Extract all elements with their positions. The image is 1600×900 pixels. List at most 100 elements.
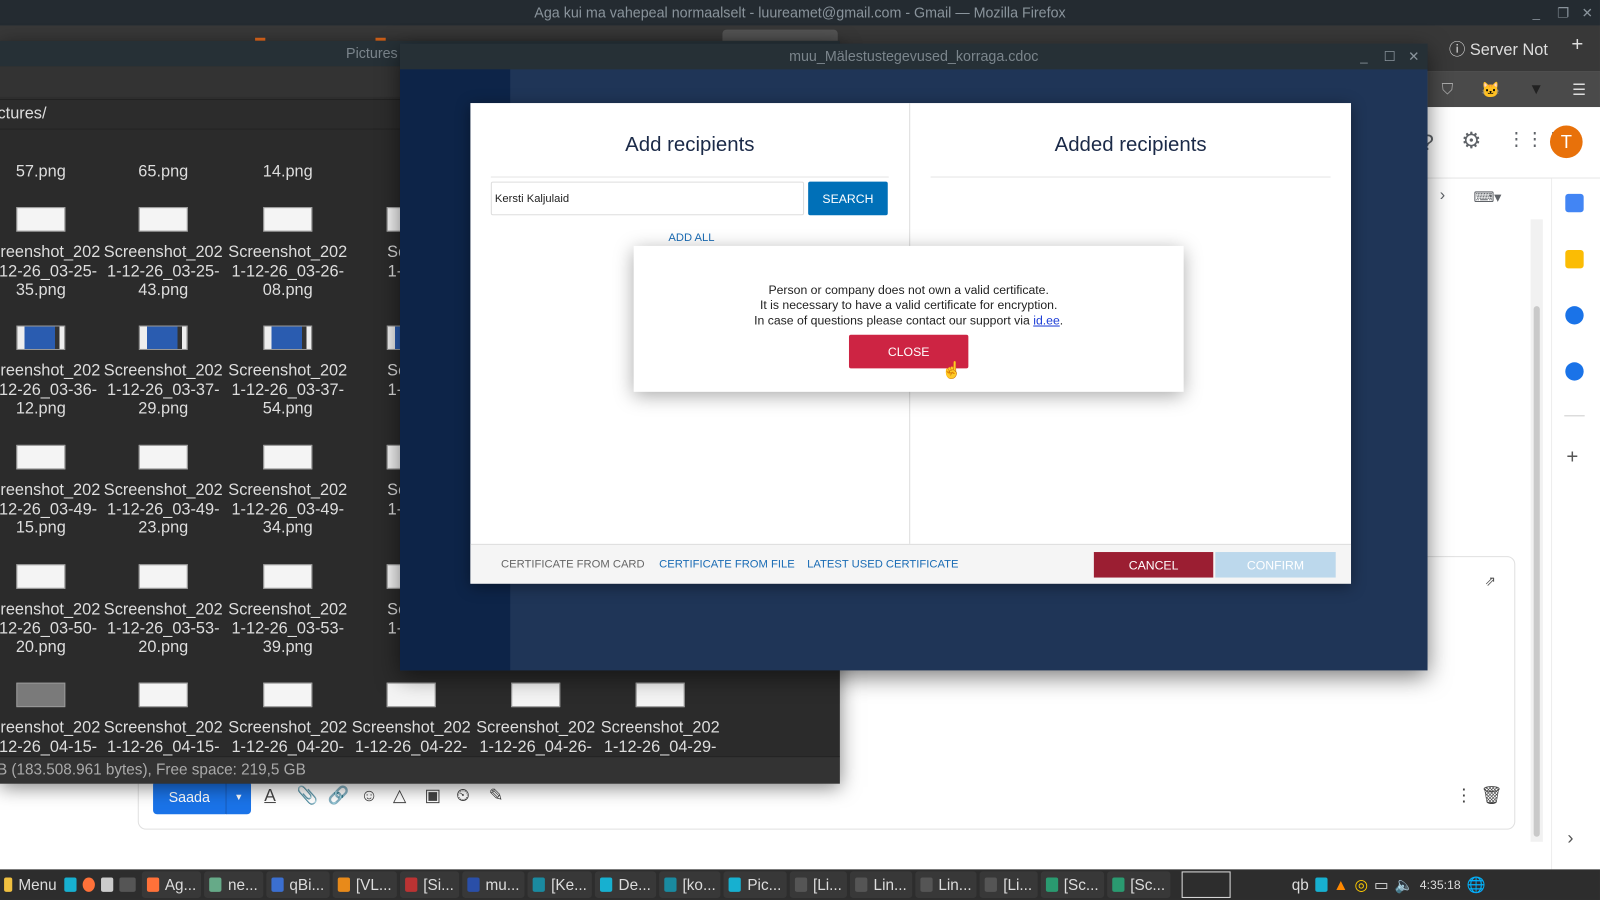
avatar[interactable]: T bbox=[1549, 125, 1583, 159]
close-icon[interactable]: ✕ bbox=[1582, 0, 1593, 26]
file-item[interactable]: Screenshot_2021-12-26_04-22-43.png bbox=[349, 682, 473, 756]
link-icon[interactable]: 🔗 bbox=[328, 786, 350, 806]
ublock-icon[interactable]: ⛉ bbox=[1442, 81, 1453, 98]
scrollbar-thumb[interactable] bbox=[1533, 306, 1540, 837]
cancel-button[interactable]: CANCEL bbox=[1093, 552, 1214, 578]
network-globe-icon[interactable]: 🌐 bbox=[1467, 876, 1486, 894]
file-item[interactable]: Screenshot_2021-12-26_03-50-20.png bbox=[0, 564, 103, 657]
clock[interactable]: 4:35:18 bbox=[1420, 878, 1461, 892]
taskbar-task[interactable]: Lin... bbox=[914, 871, 977, 898]
taskbar-task[interactable]: [VL... bbox=[332, 871, 397, 898]
file-item[interactable]: 57.png bbox=[0, 130, 103, 183]
file-item[interactable]: Screenshot_202 1-12-26_03-53- 20.png bbox=[101, 564, 225, 657]
restore-icon[interactable]: ❐ bbox=[1557, 0, 1569, 26]
status-tray-icon[interactable]: ◎ bbox=[1355, 876, 1368, 894]
taskbar-task[interactable]: [Li... bbox=[979, 871, 1038, 898]
camera-tray-icon[interactable] bbox=[1314, 877, 1328, 892]
confidential-lock-icon[interactable]: ⏲ bbox=[456, 786, 470, 806]
trash-icon[interactable]: 🗑 bbox=[1481, 786, 1503, 806]
extension-triangle-icon[interactable]: ▼ bbox=[1529, 81, 1544, 98]
taskbar-task[interactable]: [Ke... bbox=[527, 871, 593, 898]
volume-icon[interactable]: 🔈 bbox=[1395, 876, 1414, 894]
search-button[interactable]: SEARCH bbox=[808, 181, 888, 216]
tasks-icon[interactable] bbox=[1565, 306, 1584, 325]
file-name-line bbox=[101, 130, 225, 145]
start-menu-button[interactable]: Menu bbox=[0, 871, 61, 898]
terminal-launcher-icon[interactable] bbox=[118, 877, 136, 892]
extension-cat-icon[interactable]: 🐱 bbox=[1481, 80, 1500, 98]
emoji-icon[interactable]: ☺ bbox=[360, 786, 378, 806]
file-item[interactable]: Screenshot_202 1-12-26_03-26- 08.png bbox=[226, 207, 350, 300]
taskbar-task[interactable]: [Sc... bbox=[1106, 871, 1171, 898]
keyboard-icon[interactable]: ⌨▾ bbox=[1473, 189, 1501, 206]
send-button[interactable]: Saada bbox=[153, 780, 226, 815]
keep-icon[interactable] bbox=[1565, 249, 1584, 269]
taskbar-task[interactable]: [Li... bbox=[789, 871, 848, 898]
latest-used-certificate-link[interactable]: LATEST USED CERTIFICATE bbox=[807, 558, 958, 570]
support-link[interactable]: id.ee bbox=[1033, 313, 1060, 327]
file-item[interactable]: Screenshot_2021-12-26_04-20-47.png bbox=[226, 682, 350, 756]
contacts-icon[interactable] bbox=[1565, 362, 1584, 381]
display-tray-icon[interactable]: ▭ bbox=[1374, 876, 1388, 894]
taskbar-task[interactable]: mu... bbox=[462, 871, 525, 898]
calendar-icon[interactable] bbox=[1565, 193, 1584, 213]
file-item[interactable]: Screenshot_202 1-12-26_03-49- 34.png bbox=[226, 444, 350, 538]
file-item[interactable]: Screenshot_2021-12-26_04-29-14.png bbox=[598, 682, 722, 756]
stack-launcher-icon[interactable] bbox=[100, 877, 113, 892]
taskbar-task[interactable]: Ag... bbox=[141, 871, 202, 898]
settings-gear-icon[interactable]: ⚙ bbox=[1461, 128, 1481, 155]
taskbar-task[interactable]: qBi... bbox=[265, 871, 330, 898]
attach-icon[interactable]: 📎 bbox=[297, 786, 319, 806]
new-tab-button[interactable]: + bbox=[1571, 34, 1583, 57]
file-item[interactable]: Screenshot_2021-12-26_03-25-35.png bbox=[0, 207, 103, 300]
file-item[interactable]: Screenshot_202 1-12-26_03-49- 23.png bbox=[101, 444, 225, 538]
task-label: ne... bbox=[227, 876, 258, 894]
qbittorrent-tray-icon[interactable]: qb bbox=[1292, 876, 1309, 893]
taskbar-task[interactable]: [ko... bbox=[659, 871, 721, 898]
recipient-search-input[interactable] bbox=[490, 181, 805, 216]
taskbar-task[interactable]: De... bbox=[595, 871, 656, 898]
certificate-from-card-link[interactable]: CERTIFICATE FROM CARD bbox=[501, 558, 645, 570]
taskbar-task[interactable]: [Sc... bbox=[1040, 871, 1104, 898]
file-item[interactable]: 14.png bbox=[226, 130, 350, 183]
workspace-switcher[interactable] bbox=[1181, 871, 1231, 898]
taskbar-task[interactable]: ne... bbox=[204, 871, 263, 898]
app-icon bbox=[600, 877, 613, 892]
taskbar-task[interactable]: Pic... bbox=[723, 871, 787, 898]
files-launcher-icon[interactable] bbox=[63, 877, 77, 892]
signature-pen-icon[interactable]: ✎ bbox=[489, 786, 504, 806]
minimize-icon[interactable]: _ bbox=[1360, 44, 1367, 70]
confirm-button[interactable]: CONFIRM bbox=[1215, 552, 1336, 578]
drive-icon[interactable]: △ bbox=[393, 786, 406, 806]
more-options-icon[interactable]: ⋮ bbox=[1455, 786, 1472, 806]
file-item[interactable]: Screenshot_2021-12-26_03-36-12.png bbox=[0, 325, 103, 419]
vlc-tray-icon[interactable]: ▲ bbox=[1333, 876, 1348, 893]
file-item[interactable]: Screenshot_202 1-12-26_03-53- 39.png bbox=[226, 564, 350, 657]
certificate-from-file-link[interactable]: CERTIFICATE FROM FILE bbox=[659, 558, 795, 570]
file-item[interactable]: 65.png bbox=[101, 130, 225, 183]
photo-icon[interactable]: ▣ bbox=[424, 786, 440, 806]
file-item[interactable]: Screenshot_2021-12-26_04-15-59.png bbox=[101, 682, 225, 756]
close-icon[interactable]: ✕ bbox=[1408, 44, 1419, 70]
chevron-right-icon[interactable]: › bbox=[1440, 187, 1445, 205]
taskbar-task[interactable]: [Si... bbox=[399, 871, 459, 898]
taskbar-task[interactable]: Lin... bbox=[850, 871, 912, 898]
maximize-icon[interactable]: ☐ bbox=[1384, 44, 1396, 70]
tab-server-not-found[interactable]: ⓘ Server Not bbox=[1449, 36, 1548, 60]
scrollbar[interactable] bbox=[1530, 219, 1543, 842]
send-options-dropdown[interactable]: ▼ bbox=[225, 780, 252, 815]
file-item[interactable]: Screenshot_2021-12-26_03-49-15.png bbox=[0, 444, 103, 538]
popout-icon[interactable]: ⇗ bbox=[1485, 573, 1496, 589]
chevron-right-icon[interactable]: › bbox=[1567, 828, 1573, 849]
file-item[interactable]: Screenshot_202 1-12-26_03-25- 43.png bbox=[101, 207, 225, 300]
add-all-link[interactable]: ADD ALL bbox=[668, 232, 714, 244]
file-item[interactable]: Screenshot_2021-12-26_04-26-13.png bbox=[473, 682, 597, 756]
file-item[interactable]: Screenshot_202 1-12-26_03-37- 54.png bbox=[226, 325, 350, 419]
text-format-icon[interactable]: A bbox=[264, 786, 276, 806]
minimize-icon[interactable]: _ bbox=[1533, 0, 1540, 26]
firefox-launcher-icon[interactable] bbox=[82, 877, 95, 892]
add-addon-icon[interactable]: + bbox=[1566, 446, 1578, 469]
menu-hamburger-icon[interactable]: ☰ bbox=[1572, 80, 1586, 98]
file-item[interactable]: Screenshot_2021-12-26_04-15-06.png bbox=[0, 682, 103, 756]
file-item[interactable]: Screenshot_202 1-12-26_03-37- 29.png bbox=[101, 325, 225, 419]
